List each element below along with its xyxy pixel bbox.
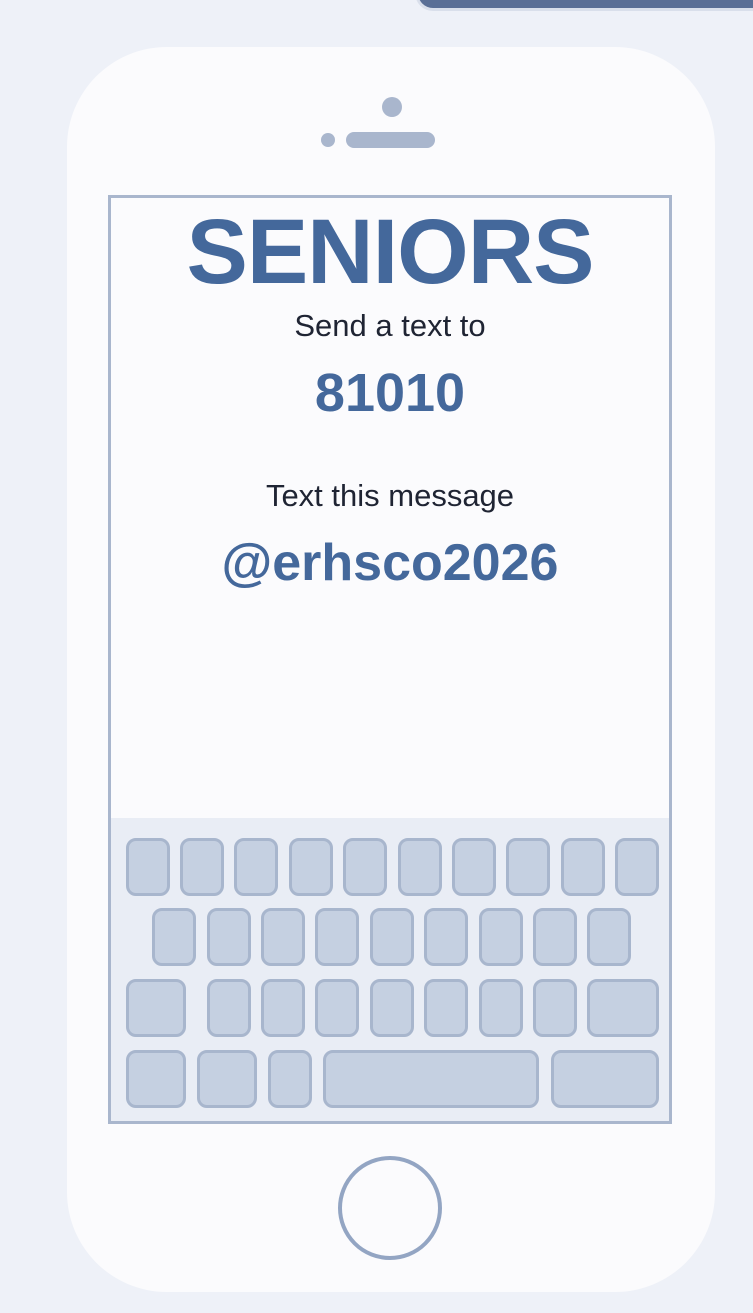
speaker-icon (346, 132, 435, 148)
send-instruction-label: Send a text to (294, 308, 486, 343)
keyboard-key (343, 838, 387, 896)
keyboard-key (126, 979, 186, 1037)
keyboard-key (615, 838, 659, 896)
keyboard-key (370, 908, 414, 966)
keyboard-key (424, 979, 468, 1037)
keyboard-key (533, 979, 577, 1037)
message-code: @erhsco2026 (221, 534, 559, 592)
keyboard-key (315, 908, 359, 966)
camera-dot-icon (321, 133, 335, 147)
keyboard-key (234, 838, 278, 896)
keyboard-key (533, 908, 577, 966)
keyboard-key (479, 908, 523, 966)
keyboard-key (424, 908, 468, 966)
keyboard-key (197, 1050, 257, 1108)
keyboard-key (126, 838, 170, 896)
keyboard-key (587, 979, 659, 1037)
keyboard-key (551, 1050, 659, 1108)
keyboard-key (126, 1050, 186, 1108)
keyboard-key (587, 908, 631, 966)
phone-screen: SENIORS Send a text to 81010 Text this m… (108, 195, 672, 1124)
keyboard-key (398, 838, 442, 896)
keyboard-key (289, 838, 333, 896)
keyboard-key (561, 838, 605, 896)
keyboard-key (315, 979, 359, 1037)
screen-title: SENIORS (186, 201, 594, 303)
keyboard-key (479, 979, 523, 1037)
home-button-icon (338, 1156, 442, 1260)
keyboard-space-key (323, 1050, 539, 1108)
keyboard-key (268, 1050, 312, 1108)
keyboard-key (207, 979, 251, 1037)
keyboard (111, 818, 669, 1121)
message-instruction-label: Text this message (265, 478, 515, 513)
keyboard-key (506, 838, 550, 896)
keyboard-key (261, 908, 305, 966)
keyboard-key (207, 908, 251, 966)
short-code-number: 81010 (314, 363, 466, 423)
keyboard-key (370, 979, 414, 1037)
keyboard-key (180, 838, 224, 896)
keyboard-key (452, 838, 496, 896)
sensor-dot-icon (382, 97, 402, 117)
top-corner-decoration (415, 0, 753, 11)
keyboard-key (261, 979, 305, 1037)
keyboard-key (152, 908, 196, 966)
